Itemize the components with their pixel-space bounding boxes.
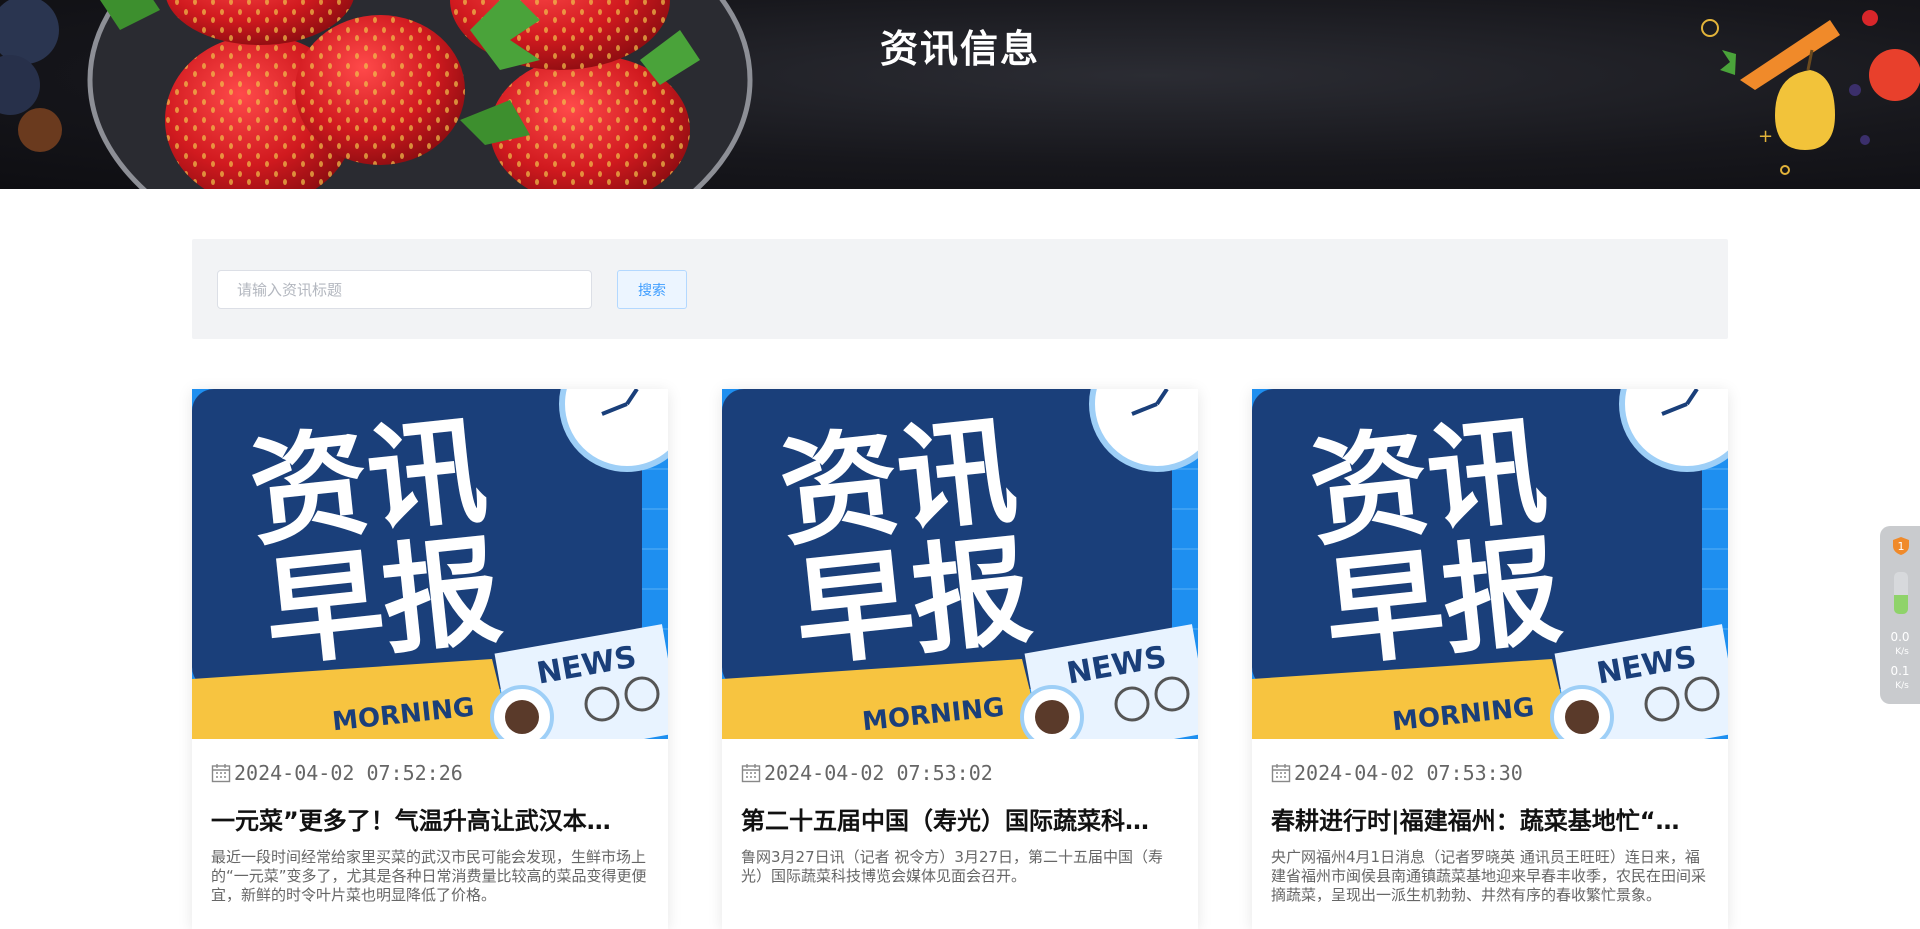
- download-speed: 0.1: [1890, 664, 1910, 678]
- calendar-icon: [211, 764, 231, 783]
- calendar-icon: [741, 764, 761, 783]
- card-date-text: 2024-04-02 07:53:30: [1294, 761, 1523, 785]
- card-date: 2024-04-02 07:53:30: [1271, 756, 1523, 790]
- download-unit: K/s: [1895, 681, 1909, 691]
- card-date-text: 2024-04-02 07:53:02: [764, 761, 993, 785]
- svg-text:1: 1: [1898, 540, 1905, 553]
- network-speed-widget[interactable]: 1 0.0 K/s 0.1 K/s: [1880, 526, 1920, 704]
- card-date: 2024-04-02 07:52:26: [211, 756, 463, 790]
- card-description: 最近一段时间经常给家里买菜的武汉市民可能会发现，生鲜市场上的“一元菜”变多了，尤…: [211, 848, 647, 904]
- card-description: 央广网福州4月1日消息（记者罗晓英 通讯员王旺旺）连日来，福建省福州市闽侯县南通…: [1271, 848, 1707, 904]
- header-banner: + 资讯信息: [0, 0, 1920, 189]
- card-date: 2024-04-02 07:53:02: [741, 756, 993, 790]
- card-title[interactable]: 春耕进行时|福建福州：蔬菜基地忙“…: [1271, 801, 1709, 835]
- svg-text:早报: 早报: [258, 521, 507, 683]
- search-input[interactable]: [217, 270, 592, 309]
- card-date-text: 2024-04-02 07:52:26: [234, 761, 463, 785]
- search-button[interactable]: 搜索: [617, 270, 687, 309]
- usage-gauge: [1894, 572, 1908, 614]
- search-panel: 搜索: [192, 239, 1728, 339]
- news-cover-image: 资讯 早报 MORNING NEWS: [1252, 389, 1728, 739]
- svg-text:+: +: [1758, 126, 1773, 147]
- news-card[interactable]: 资讯 早报 MORNING NEWS 2024-04-02 07:52:26 一…: [192, 389, 668, 929]
- news-card[interactable]: 资讯 早报 MORNING NEWS 2024-04-02 07:53:02 第…: [722, 389, 1198, 929]
- svg-text:早报: 早报: [788, 521, 1037, 683]
- upload-unit: K/s: [1895, 647, 1909, 657]
- shield-icon: 1: [1893, 537, 1909, 555]
- card-title[interactable]: 第二十五届中国（寿光）国际蔬菜科…: [741, 801, 1179, 835]
- card-title[interactable]: 一元菜”更多了！气温升高让武汉本…: [211, 801, 649, 835]
- news-cover-image: 资讯 早报 MORNING NEWS: [722, 389, 1198, 739]
- news-card[interactable]: 资讯 早报 MORNING NEWS 2024-04-02 07:53:30 春…: [1252, 389, 1728, 929]
- upload-speed: 0.0: [1890, 630, 1910, 644]
- calendar-icon: [1271, 764, 1291, 783]
- svg-text:早报: 早报: [1318, 521, 1567, 683]
- news-cover-image: 资讯 早报 MORNING NEWS: [192, 389, 668, 739]
- card-description: 鲁网3月27日讯（记者 祝令方）3月27日，第二十五届中国（寿光）国际蔬菜科技博…: [741, 848, 1164, 885]
- page-title: 资讯信息: [879, 27, 1040, 71]
